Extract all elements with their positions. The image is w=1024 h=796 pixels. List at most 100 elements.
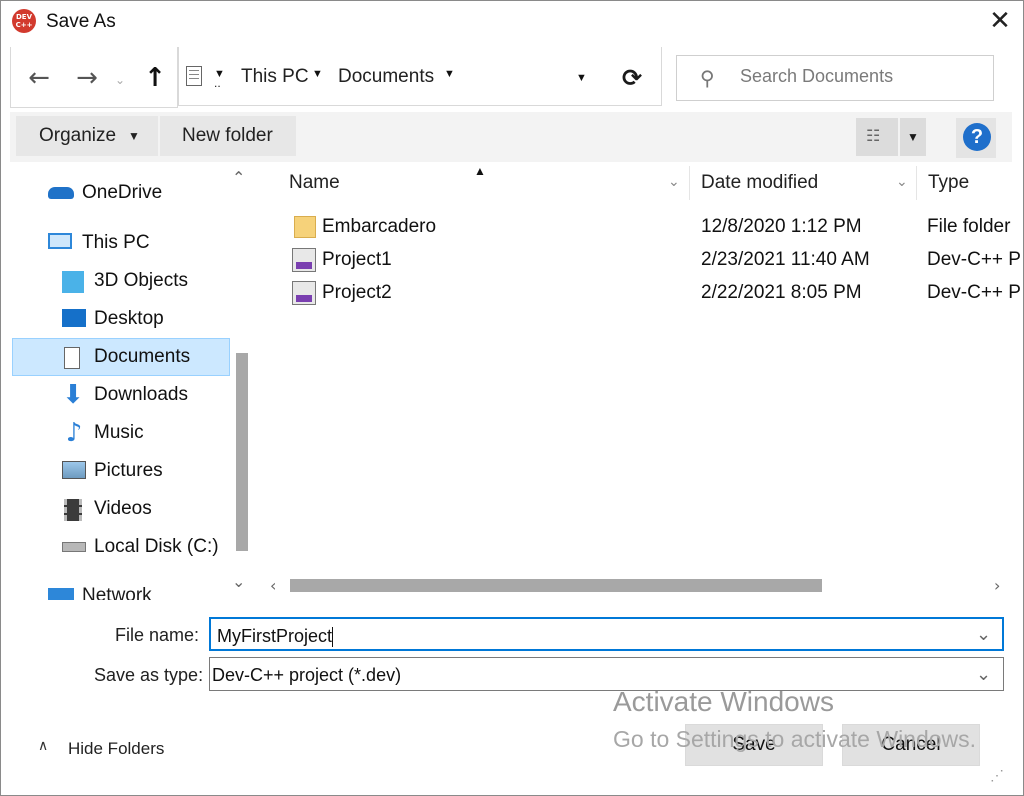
documents-location-icon: [186, 66, 202, 86]
file-row[interactable]: Embarcadero 12/8/2020 1:12 PM File folde…: [280, 211, 1020, 243]
help-icon[interactable]: ?: [963, 123, 991, 151]
scroll-up-chevron-icon[interactable]: ⌃: [232, 168, 245, 187]
sidebar-item-label: Pictures: [94, 460, 163, 481]
recent-locations-chevron-icon[interactable]: ⌄: [110, 64, 130, 96]
sidebar-item-documents[interactable]: Documents: [60, 338, 230, 376]
details-view-icon: ☷: [866, 126, 881, 145]
breadcrumb-this-pc[interactable]: This PC: [241, 66, 309, 88]
breadcrumb-ellipsis: ..: [214, 76, 221, 90]
nav-scrollbar-thumb[interactable]: [236, 353, 248, 551]
column-header-type[interactable]: Type: [928, 168, 969, 198]
folder-icon: [294, 216, 316, 238]
new-folder-button[interactable]: New folder: [160, 116, 296, 156]
activation-watermark-title: Activate Windows: [613, 686, 834, 717]
sidebar-item-local-disk[interactable]: Local Disk (C:): [60, 528, 230, 566]
save-as-type-value: Dev-C++ project (*.dev): [212, 665, 402, 685]
view-dropdown-chevron-icon[interactable]: ▼: [900, 118, 926, 156]
sidebar-item-desktop[interactable]: Desktop: [60, 300, 230, 338]
dialog-title: Save As: [46, 11, 116, 32]
save-as-type-select[interactable]: Dev-C++ project (*.dev): [209, 657, 1004, 691]
hide-folders-button[interactable]: Hide Folders: [68, 739, 164, 759]
file-date: 2/23/2021 11:40 AM: [701, 249, 870, 270]
close-icon[interactable]: ✕: [986, 6, 1014, 36]
column-divider[interactable]: [916, 166, 917, 200]
search-placeholder: Search Documents: [740, 66, 894, 86]
breadcrumb-documents[interactable]: Documents: [338, 66, 434, 88]
new-folder-label: New folder: [182, 125, 273, 146]
music-note-icon: ♪: [65, 418, 83, 448]
hard-drive-icon: [62, 542, 86, 552]
file-type: Dev-C++ P: [927, 282, 1021, 303]
sidebar-item-onedrive[interactable]: OneDrive: [46, 174, 232, 212]
save-as-type-label: Save as type:: [94, 665, 204, 685]
breadcrumb-chevron-icon[interactable]: ▼: [444, 68, 455, 80]
file-name: Project2: [322, 282, 392, 303]
file-date: 2/22/2021 8:05 PM: [701, 282, 862, 303]
breadcrumb-chevron-icon[interactable]: ▼: [312, 68, 323, 80]
file-type: File folder: [927, 216, 1011, 237]
column-filter-chevron-icon[interactable]: ⌄: [896, 174, 908, 190]
up-arrow-icon[interactable]: ↑: [140, 62, 170, 94]
sidebar-item-label: Downloads: [94, 384, 188, 405]
sidebar-item-label: OneDrive: [82, 182, 163, 203]
sidebar-item-pictures[interactable]: Pictures: [60, 452, 230, 490]
desktop-icon: [62, 309, 86, 327]
devcpp-app-icon: DEV C++: [12, 9, 36, 33]
film-strip-icon: [64, 499, 82, 521]
sidebar-item-label: Local Disk (C:): [94, 536, 219, 557]
sort-ascending-icon: ▲: [474, 164, 486, 178]
resize-grip-icon[interactable]: ⋰: [990, 768, 1004, 784]
file-type: Dev-C++ P: [927, 249, 1021, 270]
file-name: Embarcadero: [322, 216, 437, 237]
file-list-scrollbar-thumb[interactable]: [290, 579, 822, 592]
sidebar-item-label: This PC: [82, 232, 150, 253]
save-as-type-dropdown-chevron-icon[interactable]: ⌄: [976, 664, 991, 685]
sidebar-item-label: Videos: [94, 498, 152, 519]
address-dropdown-icon[interactable]: ▼: [576, 72, 587, 84]
file-name-dropdown-chevron-icon[interactable]: ⌄: [976, 624, 991, 645]
computer-icon: [48, 233, 72, 249]
file-name-input[interactable]: MyFirstProject: [209, 617, 1004, 651]
devcpp-project-icon: [292, 248, 316, 272]
sidebar-item-music[interactable]: ♪ Music: [60, 414, 230, 452]
organize-button[interactable]: Organize ▼: [16, 116, 158, 156]
search-icon: ⚲: [700, 66, 715, 90]
view-options-button[interactable]: ☷: [856, 118, 898, 156]
column-header-date-modified[interactable]: Date modified: [701, 168, 818, 198]
text-caret: [332, 627, 334, 648]
devcpp-project-icon: [292, 281, 316, 305]
sidebar-item-label: 3D Objects: [94, 270, 188, 291]
chevron-down-icon: ▼: [128, 129, 140, 143]
refresh-icon[interactable]: ⟳: [622, 64, 642, 92]
activation-watermark-subtitle: Go to Settings to activate Windows.: [613, 726, 977, 752]
cube-icon: [62, 271, 84, 293]
title-bar: [1, 1, 1023, 43]
file-name-label: File name:: [115, 625, 200, 645]
sidebar-item-label: Music: [94, 422, 144, 443]
sidebar-item-downloads[interactable]: ⬇ Downloads: [60, 376, 230, 414]
sidebar-item-this-pc[interactable]: This PC: [46, 224, 232, 262]
scroll-down-chevron-icon[interactable]: ⌄: [232, 572, 245, 591]
organize-label: Organize: [39, 125, 117, 146]
sidebar-item-label: Desktop: [94, 308, 164, 329]
sidebar-item-videos[interactable]: Videos: [60, 490, 230, 528]
back-arrow-icon[interactable]: ←: [24, 62, 54, 94]
chevron-up-icon[interactable]: ∧: [38, 738, 48, 754]
file-date: 12/8/2020 1:12 PM: [701, 216, 862, 237]
sidebar-item-label: Documents: [94, 346, 191, 367]
column-filter-chevron-icon[interactable]: ⌄: [668, 174, 680, 190]
forward-arrow-icon[interactable]: →: [72, 62, 102, 94]
sidebar-item-label: Network: [82, 585, 152, 600]
network-icon: [48, 588, 74, 600]
column-divider[interactable]: [689, 166, 690, 200]
sidebar-item-network[interactable]: Network: [46, 580, 232, 600]
sidebar-item-3d-objects[interactable]: 3D Objects: [60, 262, 230, 300]
column-header-name[interactable]: Name: [289, 168, 340, 198]
file-name: Project1: [322, 249, 392, 270]
file-name-value: MyFirstProject: [217, 626, 333, 646]
cloud-icon: [48, 187, 74, 199]
file-row[interactable]: Project1 2/23/2021 11:40 AM Dev-C++ P: [280, 244, 1021, 276]
file-row[interactable]: Project2 2/22/2021 8:05 PM Dev-C++ P: [280, 277, 1021, 309]
scroll-right-chevron-icon[interactable]: ›: [994, 576, 1000, 595]
scroll-left-chevron-icon[interactable]: ‹: [270, 576, 276, 595]
